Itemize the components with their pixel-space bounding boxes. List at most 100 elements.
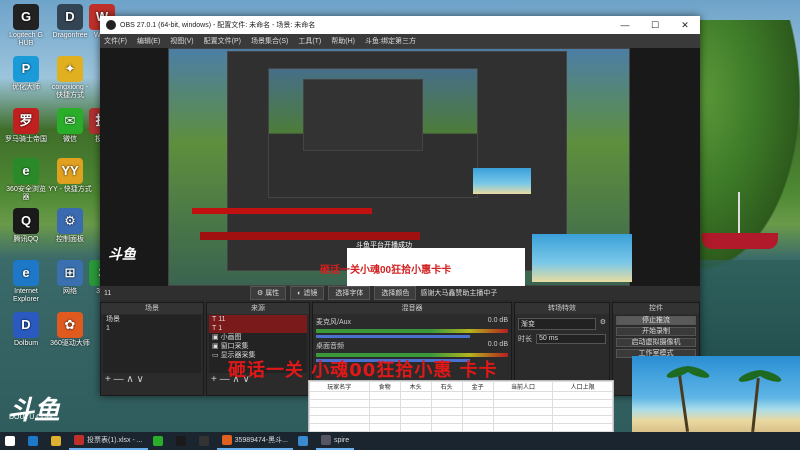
menu-view[interactable]: 视图(V)	[170, 36, 193, 46]
stats-cell	[552, 407, 613, 416]
duration-input[interactable]: 50 ms	[536, 334, 606, 344]
taskbar-item[interactable]	[0, 432, 23, 450]
stats-cell	[552, 415, 613, 424]
taskbar-item[interactable]	[293, 432, 316, 450]
nested-palm-image	[532, 234, 632, 282]
desktop-icon[interactable]: 罗罗马骑士帝国	[4, 108, 48, 144]
desktop-app-icon: e	[13, 158, 39, 184]
scenes-controls[interactable]: + — ∧ ∨	[101, 374, 203, 385]
stream-success-message: 斗鱼平台开播成功	[356, 242, 412, 249]
stats-row	[309, 399, 613, 408]
select-color-button[interactable]: 选择颜色	[374, 286, 417, 300]
maximize-button[interactable]: ☐	[640, 16, 670, 34]
menu-douyu[interactable]: 斗鱼:绑定第三方	[365, 36, 416, 46]
selected-source-name: 11	[104, 289, 112, 297]
source-toolbar: 11 ⚙ 属性 ◐ 滤镜 选择字体 选择颜色 感谢大马鑫赞助主播中子	[100, 286, 700, 300]
stats-column-header: 木头	[399, 381, 432, 392]
obs-titlebar[interactable]: OBS 27.0.1 (64-bit, windows) - 配置文件: 未命名…	[100, 16, 700, 34]
desktop-app-icon: YY	[57, 158, 83, 184]
wallpaper-boat	[702, 233, 778, 249]
stats-column-header: 玩家名字	[309, 381, 370, 392]
volume-meter	[316, 329, 508, 333]
stats-cell	[309, 415, 370, 424]
stats-cell	[461, 423, 494, 432]
taskbar-item[interactable]	[148, 432, 171, 450]
qq-icon	[175, 436, 186, 446]
stop-streaming-button[interactable]: 停止推流	[616, 316, 696, 325]
menu-tools[interactable]: 工具(T)	[298, 36, 321, 46]
menu-help[interactable]: 帮助(H)	[331, 36, 355, 46]
properties-button[interactable]: ⚙ 属性	[250, 286, 287, 300]
taskbar-item-label: 35989474-黑斗...	[234, 437, 288, 444]
stats-cell	[309, 407, 370, 416]
select-font-button[interactable]: 选择字体	[328, 286, 371, 300]
transition-select[interactable]: 渐变	[518, 318, 596, 330]
taskbar-item[interactable]: 投票表(1).xlsx - ...	[69, 432, 148, 450]
douyu-icon	[221, 435, 232, 445]
desktop-icon[interactable]: e Internet Explorer	[4, 260, 48, 304]
menu-file[interactable]: 文件(F)	[104, 36, 127, 46]
desktop-icon[interactable]: ✦ congxiong - 快捷方式	[48, 56, 92, 100]
scenes-dock: 场景 场景 1 + — ∧ ∨	[100, 302, 204, 396]
source-item[interactable]: T 11	[209, 315, 307, 324]
desktop-icon[interactable]: D Dolbum	[4, 312, 48, 348]
menu-edit[interactable]: 编辑(E)	[137, 36, 160, 46]
controls-title: 控件	[613, 303, 699, 314]
taskbar-item[interactable]: 35989474-黑斗...	[216, 432, 293, 450]
scene-item[interactable]: 场景	[103, 315, 201, 324]
stats-cell	[368, 399, 401, 408]
taskbar-item[interactable]	[171, 432, 194, 450]
taskbar-item[interactable]	[23, 432, 46, 450]
taskbar-item[interactable]	[194, 432, 217, 450]
mixer-channel-mic: 麦克风/Aux 0.0 dB	[316, 317, 508, 338]
nested-red-highlight	[200, 232, 420, 240]
desktop-icon[interactable]: G Logitech G HUB	[4, 4, 48, 48]
minimize-button[interactable]: —	[610, 16, 640, 34]
stats-cell	[552, 399, 613, 408]
taskbar-item[interactable]: spire	[315, 432, 355, 450]
filters-button[interactable]: ◐ 滤镜	[290, 286, 325, 300]
mixer-title: 混音器	[313, 303, 511, 314]
stats-row	[309, 415, 613, 424]
source-item[interactable]: ▣ 小画图	[209, 333, 307, 342]
desktop-icon-label: Dolbum	[13, 340, 39, 347]
menu-profile[interactable]: 配置文件(P)	[204, 36, 241, 46]
scene-item[interactable]: 1	[103, 324, 201, 333]
sources-title: 来源	[207, 303, 309, 314]
desktop-icon[interactable]: P 优化大师	[4, 56, 48, 92]
stats-cell	[461, 399, 494, 408]
danmaku-overlay-text: 砸话一关 小魂00狂拾小惠 卡卡	[228, 360, 498, 381]
stats-cell	[461, 415, 494, 424]
stats-cell	[368, 415, 401, 424]
taskbar-item[interactable]	[46, 432, 69, 450]
desktop-icon-label: YY - 快捷方式	[48, 186, 92, 193]
transition-settings-icon[interactable]: ⚙	[600, 318, 606, 330]
start-recording-button[interactable]: 开始录制	[616, 327, 696, 336]
stats-cell	[430, 399, 463, 408]
source-item[interactable]: T 1	[209, 324, 307, 333]
desktop-icon-label: 控制面板	[56, 236, 84, 243]
folder-icon	[51, 436, 61, 446]
close-button[interactable]: ✕	[670, 16, 700, 34]
source-item[interactable]: ▣ 窗口采集	[209, 342, 307, 351]
desktop-icon[interactable]: e 360安全浏览器	[4, 158, 48, 202]
desktop-app-icon: D	[13, 312, 39, 338]
stats-row	[309, 407, 613, 416]
menu-scene-collection[interactable]: 场景集合(S)	[251, 36, 288, 46]
stats-row	[309, 391, 613, 400]
palm-tree-overlay-image	[632, 356, 800, 433]
obs-logo-icon	[106, 20, 116, 30]
desktop-icon[interactable]: YY YY - 快捷方式	[48, 158, 92, 194]
desktop-icon[interactable]: ⚙ 控制面板	[48, 208, 92, 244]
scenes-list[interactable]: 场景 1	[103, 315, 201, 373]
desktop-icon[interactable]: Q 腾讯QQ	[4, 208, 48, 244]
desktop-icon[interactable]: ✿ 360驱动大师	[48, 312, 92, 348]
transition-type-row: 渐变 ⚙	[518, 318, 606, 330]
volume-fader[interactable]	[316, 335, 470, 338]
douyu-site-name: DOUYU.COM	[9, 414, 53, 421]
obs-preview[interactable]: 斗鱼平台开播成功 砸话一关小魂00狂拾小惠卡卡 斗鱼	[100, 48, 700, 286]
stats-cell	[399, 423, 432, 432]
windows-icon	[5, 436, 15, 446]
virtual-camera-button[interactable]: 启动虚拟摄像机	[616, 338, 696, 347]
stats-cell	[399, 415, 432, 424]
